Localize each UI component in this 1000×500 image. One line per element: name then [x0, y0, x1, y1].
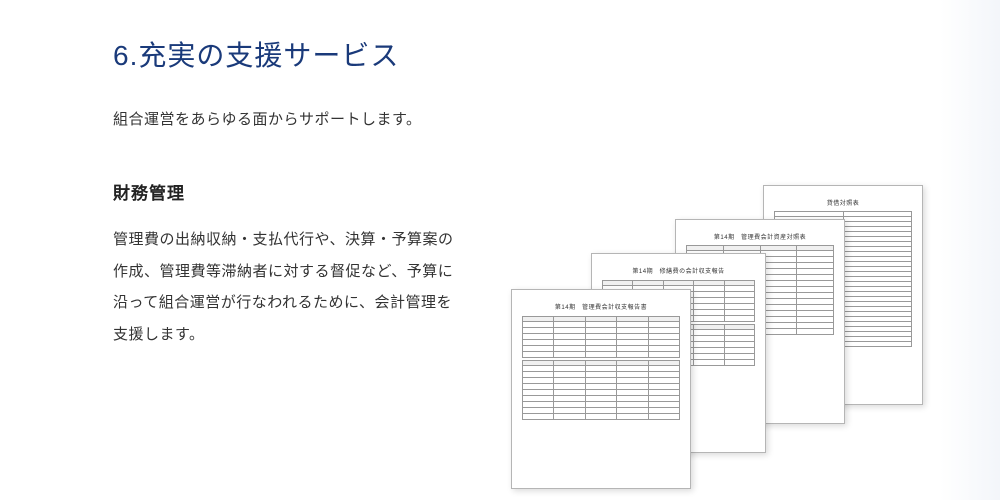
document-page-1: 第14期 管理費会計収支報告書 [511, 289, 691, 489]
doc4-title: 貸借対照表 [774, 198, 912, 207]
content-row: 財務管理 管理費の出納収納・支払代行や、決算・予算案の作成、管理費等滞納者に対す… [113, 179, 1000, 461]
doc3-title: 第14期 管理費会計資産対照表 [686, 232, 834, 241]
subsection-title: 財務管理 [113, 179, 463, 204]
section-lead: 組合運営をあらゆる面からサポートします。 [113, 108, 1000, 129]
content-container: 6.充実の支援サービス 組合運営をあらゆる面からサポートします。 財務管理 管理… [0, 0, 1000, 461]
text-column: 財務管理 管理費の出納収納・支払代行や、決算・予算案の作成、管理費等滞納者に対す… [113, 179, 463, 350]
subsection-body: 管理費の出納収納・支払代行や、決算・予算案の作成、管理費等滞納者に対する督促など… [113, 224, 463, 350]
doc1-title: 第14期 管理費会計収支報告書 [522, 302, 680, 311]
doc2-title: 第14期 修繕費の会計収支報告 [602, 266, 755, 275]
doc1-table [522, 316, 680, 420]
section-title: 6.充実の支援サービス [113, 34, 1000, 74]
document-stack: 貸借対照表 第14期 管理費会計資産対照表 [503, 161, 933, 461]
